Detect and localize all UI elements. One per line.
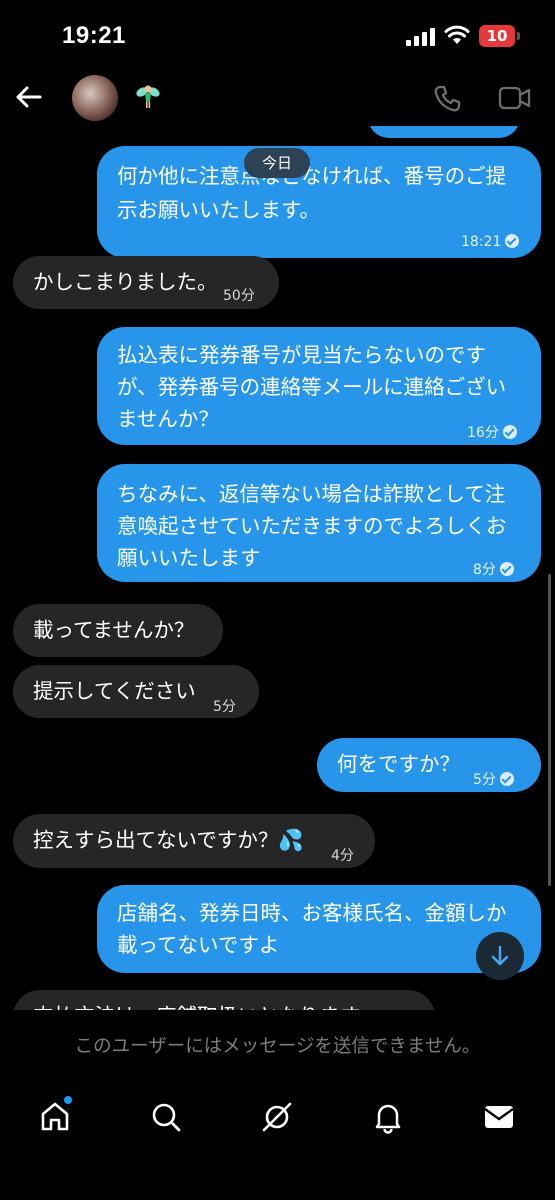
video-call-icon[interactable] [498, 85, 532, 111]
message-bubble-received: 提示してください 5分 [13, 665, 259, 718]
wifi-icon [444, 25, 470, 44]
clock: 19:21 [62, 22, 126, 49]
cellular-signal-icon [406, 28, 436, 46]
scrollbar[interactable] [548, 574, 551, 886]
home-icon [41, 1102, 69, 1131]
back-arrow-icon[interactable] [14, 82, 44, 112]
mail-icon [484, 1106, 514, 1128]
message-text: 店舗名、発券日時、お客様氏名、金額しか [117, 901, 507, 925]
message-text: 何か他に注意点などなければ、番号のご提 [117, 164, 507, 188]
grok-slash-icon [262, 1102, 292, 1132]
read-check-icon [499, 562, 514, 576]
notification-dot [64, 1096, 72, 1104]
message-time: 18:21 [461, 226, 520, 259]
message-bubble-sent: 払込表に発券番号が見当たらないのです が、発券番号の連絡等メールに連絡ござい ま… [97, 327, 541, 445]
message-text: かしこまりました。 [33, 270, 218, 294]
read-check-icon [499, 772, 514, 786]
status-bar: 19:21 10 [0, 0, 555, 72]
day-divider: 今日 [244, 148, 310, 178]
search-icon [152, 1103, 181, 1132]
fairy-emoji-icon [136, 85, 160, 108]
message-time: 8分 [473, 554, 514, 587]
bottom-navigation [0, 1090, 555, 1146]
battery-icon: 10 [479, 25, 515, 47]
nav-messages[interactable] [482, 1100, 516, 1134]
scroll-to-bottom-button[interactable] [476, 932, 524, 980]
nav-search[interactable] [149, 1100, 183, 1134]
message-bubble-received: 支払方法は、店舗取扱いとなります。 [13, 990, 435, 1010]
message-bubble-partial [368, 126, 520, 138]
message-thread[interactable]: 何か他に注意点などなければ、番号のご提 示お願いいたします。 18:21 今日 … [0, 126, 555, 1010]
message-text: 提示してください [33, 679, 196, 703]
message-time: 5分 [473, 764, 514, 797]
message-bubble-received: かしこまりました。 50分 [13, 256, 279, 309]
message-bubble-sent: 何か他に注意点などなければ、番号のご提 示お願いいたします。 18:21 [97, 146, 541, 258]
read-check-icon [505, 234, 520, 248]
message-text: 控えすら出てないですか？💦 [33, 828, 304, 852]
nav-grok[interactable] [260, 1100, 294, 1134]
cannot-message-notice: このユーザーにはメッセージを送信できません。 [74, 1036, 481, 1057]
message-text: 何をですか？ [337, 752, 460, 776]
avatar[interactable] [72, 75, 118, 121]
message-bubble-received: 控えすら出てないですか？💦 4分 [13, 814, 375, 868]
message-text: 載ってないですよ [117, 933, 280, 957]
nav-home[interactable] [38, 1096, 72, 1134]
message-time: 16分 [467, 417, 517, 450]
bell-icon [375, 1104, 401, 1134]
message-text: ませんか？ [117, 407, 219, 431]
message-bubble-sent: ちなみに、返信等ない場合は詐欺として注 意喚起させていただきますのでよろしくお … [97, 464, 541, 582]
message-text: が、発券番号の連絡等メールに連絡ござい [117, 375, 507, 399]
message-text: 示お願いいたします。 [117, 198, 320, 222]
message-time: 5分 [213, 699, 236, 715]
phone-call-icon[interactable] [432, 84, 462, 114]
message-text: 支払方法は、店舗取扱いとなります。 [33, 1000, 379, 1010]
battery-cap [517, 32, 520, 40]
message-time: 4分 [331, 848, 354, 864]
message-text: ちなみに、返信等ない場合は詐欺として注 [117, 482, 506, 506]
message-text: 載ってませんか？ [33, 618, 195, 642]
message-bubble-sent: 店舗名、発券日時、お客様氏名、金額しか 載ってないですよ [97, 885, 541, 973]
message-time: 50分 [223, 288, 255, 304]
message-bubble-sent: 何をですか？ 5分 [317, 738, 541, 792]
message-text: 意喚起させていただきますのでよろしくお [117, 514, 507, 538]
read-check-icon [502, 425, 517, 439]
arrow-down-icon [491, 945, 509, 966]
message-text: 払込表に発券番号が見当たらないのです [117, 343, 486, 367]
message-bubble-received: 載ってませんか？ [13, 604, 223, 657]
conversation-header [0, 72, 555, 126]
message-text: 願いいたします [117, 546, 261, 570]
nav-notifications[interactable] [371, 1100, 405, 1134]
